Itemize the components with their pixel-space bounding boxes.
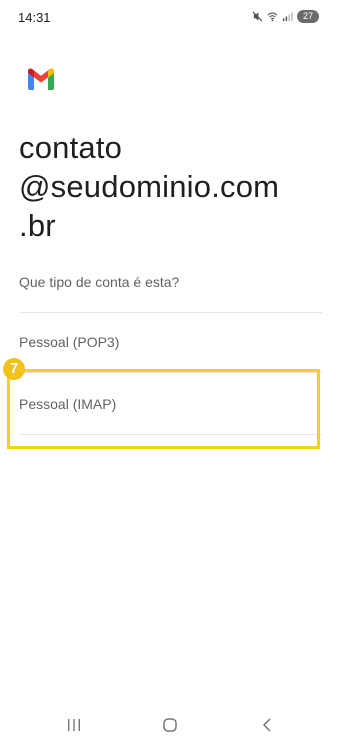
status-time: 14:31: [18, 10, 51, 25]
home-icon[interactable]: [162, 717, 178, 733]
divider: [19, 312, 322, 313]
status-bar: 14:31 27: [0, 0, 341, 36]
status-icons: 27: [252, 10, 319, 23]
gmail-logo-icon: [28, 68, 54, 90]
account-email-heading: contato @seudominio.com .br: [19, 128, 329, 245]
step-badge: 7: [3, 358, 25, 380]
signal-icon: [282, 12, 293, 22]
battery-icon: 27: [297, 10, 319, 23]
recent-apps-icon[interactable]: [66, 717, 82, 733]
email-line-2: @seudominio.com: [19, 169, 280, 204]
mute-icon: [252, 11, 263, 22]
back-icon[interactable]: [259, 717, 275, 733]
email-line-3: .br: [19, 208, 56, 243]
email-line-1: contato: [19, 130, 123, 165]
option-pop3[interactable]: Pessoal (POP3): [19, 334, 119, 350]
account-type-prompt: Que tipo de conta é esta?: [19, 274, 180, 290]
wifi-icon: [267, 12, 278, 22]
navigation-bar: [0, 705, 341, 746]
highlight-box: [7, 369, 320, 449]
